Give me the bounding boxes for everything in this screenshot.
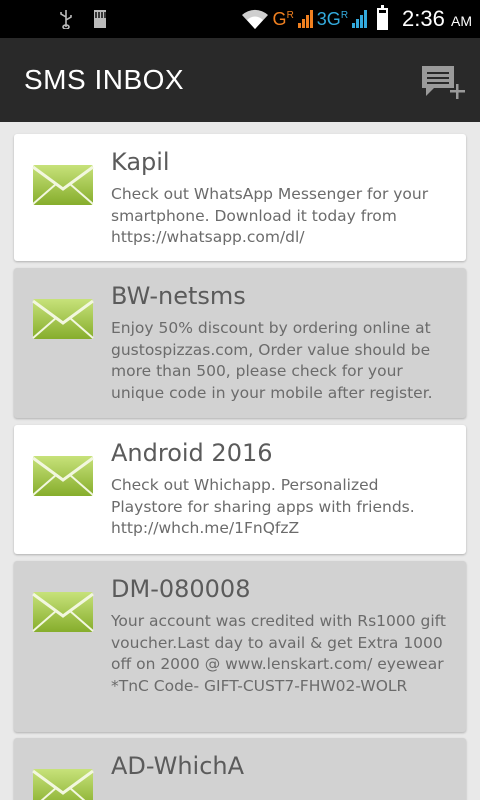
- message-item[interactable]: AD-WhichA: [14, 738, 466, 800]
- envelope-icon: [32, 769, 94, 800]
- signal-2-icon: [352, 10, 368, 28]
- message-preview: Enjoy 50% discount by ordering online at…: [111, 319, 433, 402]
- sender-name: Android 2016: [111, 439, 273, 467]
- page-title: SMS INBOX: [24, 64, 185, 95]
- message-item[interactable]: Android 2016 Check out Whichapp. Persona…: [14, 425, 466, 554]
- envelope-icon: [32, 299, 94, 339]
- wifi-icon: [241, 9, 268, 29]
- app-bar: SMS INBOX: [0, 38, 480, 122]
- sender-name: DM-080008: [111, 575, 251, 603]
- message-preview: Check out WhatsApp Messenger for your sm…: [111, 185, 429, 246]
- sender-name: Kapil: [111, 148, 170, 176]
- envelope-icon: [32, 592, 94, 632]
- network-1-label: GR: [272, 8, 294, 29]
- sender-name: BW-netsms: [111, 282, 246, 310]
- message-item[interactable]: DM-080008 Your account was credited with…: [14, 561, 466, 732]
- compose-message-icon[interactable]: [420, 62, 466, 102]
- usb-icon: [60, 10, 72, 29]
- envelope-icon: [32, 456, 94, 496]
- message-preview: Your account was credited with Rs1000 gi…: [111, 612, 446, 695]
- clock: 2:36 AM: [402, 6, 472, 31]
- signal-1-icon: [297, 10, 313, 28]
- network-2-label: 3GR: [316, 8, 349, 29]
- message-preview: Check out Whichapp. Personalized Playsto…: [111, 476, 415, 537]
- battery-icon: [377, 5, 389, 30]
- message-list[interactable]: Kapil Check out WhatsApp Messenger for y…: [0, 122, 480, 800]
- message-item[interactable]: Kapil Check out WhatsApp Messenger for y…: [14, 134, 466, 261]
- envelope-icon: [32, 165, 94, 205]
- message-item[interactable]: BW-netsms Enjoy 50% discount by ordering…: [14, 268, 466, 418]
- sd-card-icon: [94, 10, 106, 28]
- sender-name: AD-WhichA: [111, 752, 245, 780]
- status-bar: GR 3GR 2:36 AM: [0, 0, 480, 38]
